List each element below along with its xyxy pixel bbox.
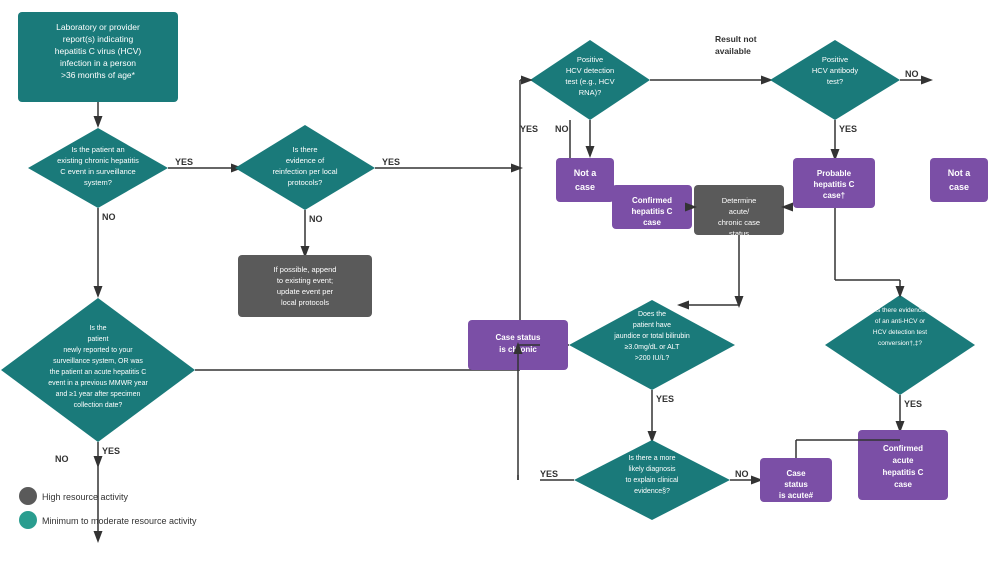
svg-text:evidence§?: evidence§? [634, 488, 670, 495]
svg-text:Is there evidence: Is there evidence [875, 307, 925, 314]
svg-text:of an anti-HCV or: of an anti-HCV or [875, 318, 926, 325]
svg-text:YES: YES [540, 469, 558, 479]
svg-text:YES: YES [520, 124, 538, 134]
svg-text:Is the: Is the [89, 325, 106, 332]
svg-text:NO: NO [735, 469, 749, 479]
svg-text:Is there: Is there [292, 145, 317, 154]
svg-text:acute/: acute/ [729, 207, 750, 216]
svg-text:Not a: Not a [948, 168, 971, 178]
svg-text:available: available [715, 46, 751, 56]
svg-text:reinfection per local: reinfection per local [272, 167, 337, 176]
svg-text:>36 months of age*: >36 months of age* [61, 70, 136, 80]
svg-text:Does the: Does the [638, 311, 666, 318]
svg-text:≥3.0mg/dL or ALT: ≥3.0mg/dL or ALT [625, 344, 681, 351]
svg-text:HCV detection: HCV detection [566, 66, 614, 75]
svg-text:status: status [784, 480, 808, 489]
svg-text:hepatitis C: hepatitis C [883, 468, 924, 477]
svg-text:infection in a person: infection in a person [60, 58, 136, 68]
svg-text:case†: case† [823, 191, 845, 200]
svg-text:Is the patient an: Is the patient an [71, 145, 124, 154]
svg-text:hepatitis C: hepatitis C [632, 207, 673, 216]
svg-text:event in a previous MMWR year: event in a previous MMWR year [48, 380, 148, 387]
svg-text:existing chronic hepatitis: existing chronic hepatitis [57, 156, 139, 165]
svg-text:YES: YES [839, 124, 857, 134]
svg-text:case: case [894, 480, 912, 489]
svg-text:NO: NO [555, 124, 569, 134]
svg-text:system?: system? [84, 178, 112, 187]
svg-text:jaundice or total bilirubin: jaundice or total bilirubin [613, 333, 690, 340]
svg-text:is acute#: is acute# [779, 491, 814, 500]
svg-text:Positive: Positive [822, 55, 848, 64]
svg-text:surveillance system, OR was: surveillance system, OR was [53, 358, 143, 365]
svg-text:HCV antibody: HCV antibody [812, 66, 859, 75]
svg-text:C event in surveillance: C event in surveillance [60, 167, 135, 176]
svg-text:NO: NO [55, 454, 69, 464]
svg-text:case: case [949, 182, 969, 192]
svg-text:YES: YES [175, 157, 193, 167]
svg-text:patient: patient [87, 336, 108, 343]
diagram-container: Laboratory or provider report(s) indicat… [0, 0, 1000, 569]
svg-text:HCV detection test: HCV detection test [873, 329, 927, 336]
svg-text:YES: YES [102, 446, 120, 456]
svg-text:to explain clinical: to explain clinical [626, 477, 679, 484]
svg-text:Case status: Case status [496, 333, 541, 342]
svg-text:Positive: Positive [577, 55, 603, 64]
svg-text:Confirmed: Confirmed [632, 196, 672, 205]
svg-text:>200 IU/L?: >200 IU/L? [635, 355, 670, 362]
svg-text:High resource activity: High resource activity [42, 492, 129, 502]
svg-text:newly reported to your: newly reported to your [63, 347, 133, 354]
svg-text:update event per: update event per [277, 287, 334, 296]
svg-text:and ≥1 year after specimen: and ≥1 year after specimen [56, 391, 141, 398]
svg-text:the patient an acute hepatitis: the patient an acute hepatitis C [50, 369, 147, 376]
svg-text:YES: YES [382, 157, 400, 167]
svg-text:case: case [643, 218, 661, 227]
svg-text:conversion†,‡?: conversion†,‡? [878, 340, 922, 347]
svg-text:Case: Case [786, 469, 806, 478]
svg-text:test (e.g., HCV: test (e.g., HCV [565, 77, 614, 86]
svg-text:Confirmed: Confirmed [883, 444, 923, 453]
svg-text:YES: YES [904, 399, 922, 409]
svg-text:likely diagnosis: likely diagnosis [628, 466, 676, 473]
svg-text:Probable: Probable [817, 169, 852, 178]
svg-text:collection date?: collection date? [74, 402, 123, 409]
svg-text:Not a: Not a [574, 168, 597, 178]
svg-text:patient have: patient have [633, 322, 671, 329]
svg-text:to existing event;: to existing event; [277, 276, 333, 285]
svg-text:local protocols: local protocols [281, 298, 329, 307]
svg-text:NO: NO [905, 69, 919, 79]
svg-text:case: case [575, 182, 595, 192]
svg-text:chronic case: chronic case [718, 218, 760, 227]
svg-text:test?: test? [827, 77, 843, 86]
svg-text:Is there a more: Is there a more [628, 455, 675, 462]
svg-text:If possible, append: If possible, append [274, 265, 337, 274]
svg-text:NO: NO [309, 214, 323, 224]
svg-text:protocols?: protocols? [288, 178, 323, 187]
svg-text:RNA)?: RNA)? [579, 88, 602, 97]
svg-text:Laboratory or provider: Laboratory or provider [56, 22, 140, 32]
svg-text:NO: NO [102, 212, 116, 222]
svg-text:evidence of: evidence of [286, 156, 325, 165]
svg-text:hepatitis C virus (HCV): hepatitis C virus (HCV) [55, 46, 142, 56]
svg-text:Determine: Determine [722, 196, 757, 205]
svg-text:acute: acute [893, 456, 914, 465]
svg-text:report(s) indicating: report(s) indicating [63, 34, 134, 44]
svg-text:YES: YES [656, 394, 674, 404]
svg-text:Minimum to moderate resource a: Minimum to moderate resource activity [42, 516, 197, 526]
svg-text:Result not: Result not [715, 34, 757, 44]
svg-text:hepatitis C: hepatitis C [814, 180, 855, 189]
